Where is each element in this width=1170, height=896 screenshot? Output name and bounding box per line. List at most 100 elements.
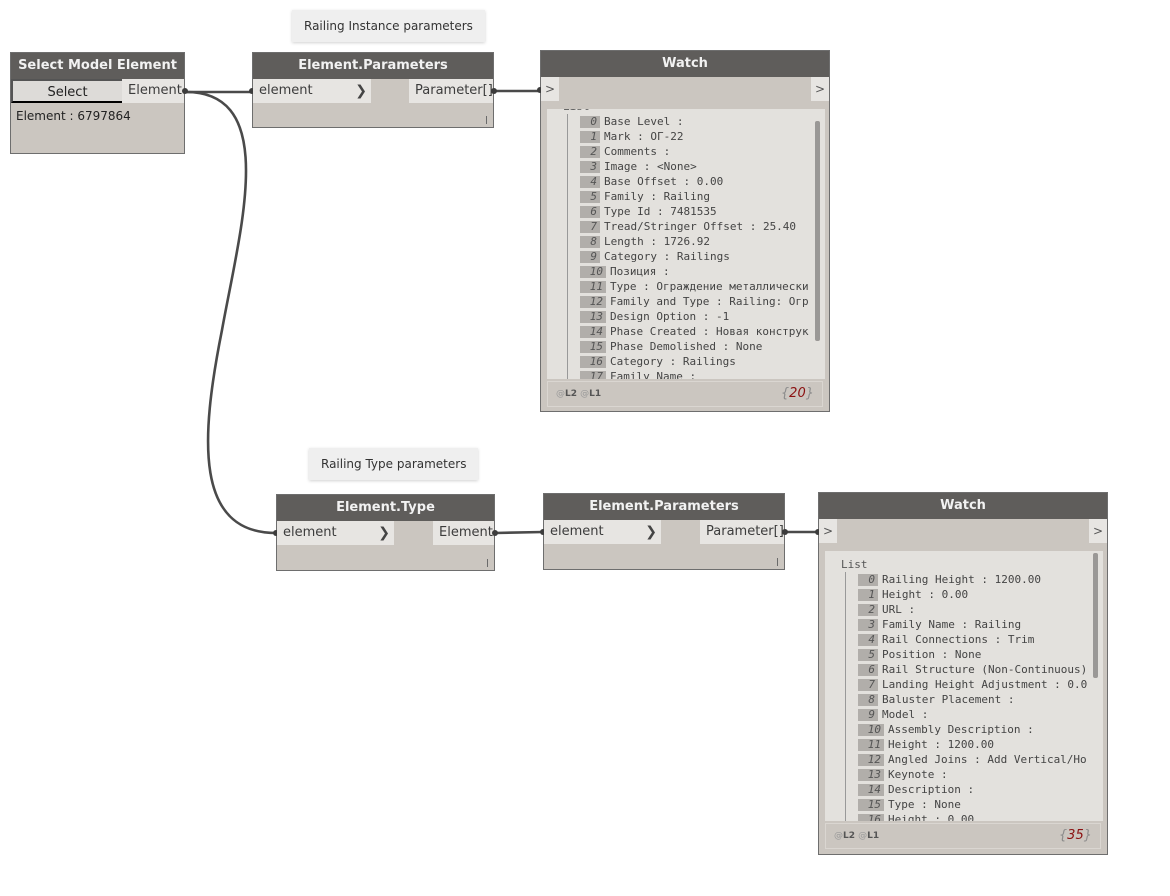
list-item: 11 Type : Ограждение металлически <box>580 279 813 294</box>
list-item-index: 16 <box>580 356 606 368</box>
element-parameters-node-2[interactable]: Element.Parameters element ❯ Parameter[] <box>540 493 788 570</box>
output-port-connector[interactable] <box>492 530 498 536</box>
list-item-index: 10 <box>858 724 884 736</box>
input-port-arrow[interactable]: > <box>541 77 559 101</box>
watch-node-1[interactable]: Watch > > List 0Base Level :1Mark : ОГ-2… <box>537 50 830 412</box>
node-title: Watch <box>819 493 1107 519</box>
element-parameters-node-1[interactable]: Element.Parameters element ❯ Parameter[] <box>249 52 497 128</box>
node-title: Element.Parameters <box>544 494 784 520</box>
list-item: 7 Tread/Stringer Offset : 25.40 <box>580 219 813 234</box>
list-item-text: Baluster Placement : <box>882 693 1015 706</box>
list-item: 8 Length : 1726.92 <box>580 234 813 249</box>
list-item-text: Family Name : Railing <box>882 618 1022 631</box>
output-port-connector[interactable] <box>782 529 788 535</box>
list-item-index: 16 <box>858 814 884 821</box>
output-port-arrow[interactable]: > <box>811 77 829 101</box>
note-railing-instance-parameters[interactable]: Railing Instance parameters <box>292 10 485 42</box>
node-title: Select Model Element <box>11 53 184 79</box>
input-port-element[interactable]: element ❯ <box>544 520 661 544</box>
list-item: 12 Family and Type : Railing: Огр <box>580 294 813 309</box>
list-item-text: Category : Railings <box>610 355 736 368</box>
list-item-text: URL : <box>882 603 916 616</box>
list-item: 9 Category : Railings <box>580 249 813 264</box>
list-item: 13 Keynote : <box>858 767 1091 782</box>
chevron-right-icon: ❯ <box>378 525 390 541</box>
watch-footer: @L2 @L1 {35} <box>825 823 1101 849</box>
list-item: 5 Position : None <box>858 647 1091 662</box>
output-port-parameters[interactable]: Parameter[] <box>700 520 784 544</box>
select-button[interactable]: Select <box>11 79 123 103</box>
list-item-text: Assembly Description : <box>888 723 1034 736</box>
element-type-node[interactable]: Element.Type element ❯ Element <box>273 494 498 571</box>
input-port-label: element <box>259 83 313 98</box>
list-item-index: 5 <box>580 191 600 203</box>
list-item-text: Type Id : 7481535 <box>604 205 717 218</box>
note-text: Railing Instance parameters <box>304 19 473 33</box>
node-title: Element.Type <box>277 495 494 521</box>
chevron-right-icon: ❯ <box>355 83 367 99</box>
list-item-index: 11 <box>580 281 606 293</box>
list-item: 6 Rail Structure (Non-Continuous) <box>858 662 1091 677</box>
wire-element-type-to-parameters-2[interactable] <box>494 530 544 535</box>
scrollbar-thumb[interactable] <box>815 121 820 341</box>
output-port-label: Parameter[] <box>415 83 493 98</box>
lacing-indicator-icon[interactable] <box>486 116 487 124</box>
list-item-index: 4 <box>580 176 600 188</box>
list-item-index: 8 <box>580 236 600 248</box>
list-item-index: 1 <box>858 589 878 601</box>
list-item-text: Model : <box>882 708 929 721</box>
list-item-index: 15 <box>858 799 884 811</box>
list-item: 9 Model : <box>858 707 1091 722</box>
lacing-indicator-icon[interactable] <box>487 559 488 567</box>
list-item-index: 10 <box>580 266 606 278</box>
output-port-connector[interactable] <box>491 88 497 94</box>
list-item-text: Type : None <box>888 798 961 811</box>
level-label: L2 <box>565 389 577 399</box>
list-item-text: Description : <box>888 783 975 796</box>
element-readout: Element : 6797864 <box>16 109 131 123</box>
list-levels: @L2 @L1 <box>834 831 880 841</box>
list-item-text: Позиция : <box>610 265 670 278</box>
list-item-index: 2 <box>858 604 878 616</box>
list-item-text: Keynote : <box>888 768 948 781</box>
list-item-index: 9 <box>858 709 878 721</box>
list-item: 12 Angled Joins : Add Vertical/Ho <box>858 752 1091 767</box>
list-item: 5 Family : Railing <box>580 189 813 204</box>
input-port-element[interactable]: element ❯ <box>277 521 394 545</box>
output-port-parameters[interactable]: Parameter[] <box>409 79 493 103</box>
list-item-text: Angled Joins : Add Vertical/Ho <box>888 753 1087 766</box>
input-port-arrow[interactable]: > <box>819 519 837 543</box>
list-item-index: 7 <box>580 221 600 233</box>
watch-list-view[interactable]: List 0 Railing Height : 1200.00 1 Height : … <box>825 551 1103 821</box>
list-item-text: Position : None <box>882 648 982 661</box>
output-port-arrow[interactable]: > <box>1089 519 1107 543</box>
list-item-index: 13 <box>580 311 606 323</box>
input-port-element[interactable]: element ❯ <box>253 79 371 103</box>
select-model-element-node[interactable]: Select Model Element Select Element Elem… <box>10 52 188 154</box>
list-item: 2 URL : <box>858 602 1091 617</box>
note-text: Railing Type parameters <box>321 457 467 471</box>
output-port-element[interactable]: Element <box>433 521 494 545</box>
list-item: 4 Base Offset : 0.00 <box>580 174 813 189</box>
list-item-index: 7 <box>858 679 878 691</box>
list-item-text: Phase Created : Новая конструк <box>610 325 809 338</box>
wire-select-to-element-type[interactable] <box>185 90 277 535</box>
list-item-text: Tread/Stringer Offset : 25.40 <box>604 220 797 233</box>
list-item-index: 11 <box>858 739 884 751</box>
list-item: 0 Base Level : <box>580 114 813 129</box>
output-port-connector[interactable] <box>182 88 188 94</box>
level-label: L1 <box>589 389 602 399</box>
list-item-index: 0 <box>580 116 600 128</box>
list-item-text: Design Option : -1 <box>610 310 730 323</box>
note-railing-type-parameters[interactable]: Railing Type parameters <box>309 448 479 480</box>
list-item: 16 Category : Railings <box>580 354 813 369</box>
output-port-label: Parameter[] <box>706 524 784 539</box>
output-port-element[interactable]: Element <box>122 79 184 103</box>
list-item: 13 Design Option : -1 <box>580 309 813 324</box>
list-item: 16 Height : 0.00 <box>858 812 1091 821</box>
watch-list-view[interactable]: List 0Base Level :1Mark : ОГ-222Comments… <box>547 109 825 379</box>
lacing-indicator-icon[interactable] <box>777 558 778 566</box>
item-count-value: 20 <box>789 386 806 401</box>
watch-node-2[interactable]: Watch > > List 0 Railing Height : 1200.00… <box>815 492 1108 855</box>
scrollbar-thumb[interactable] <box>1093 553 1098 678</box>
